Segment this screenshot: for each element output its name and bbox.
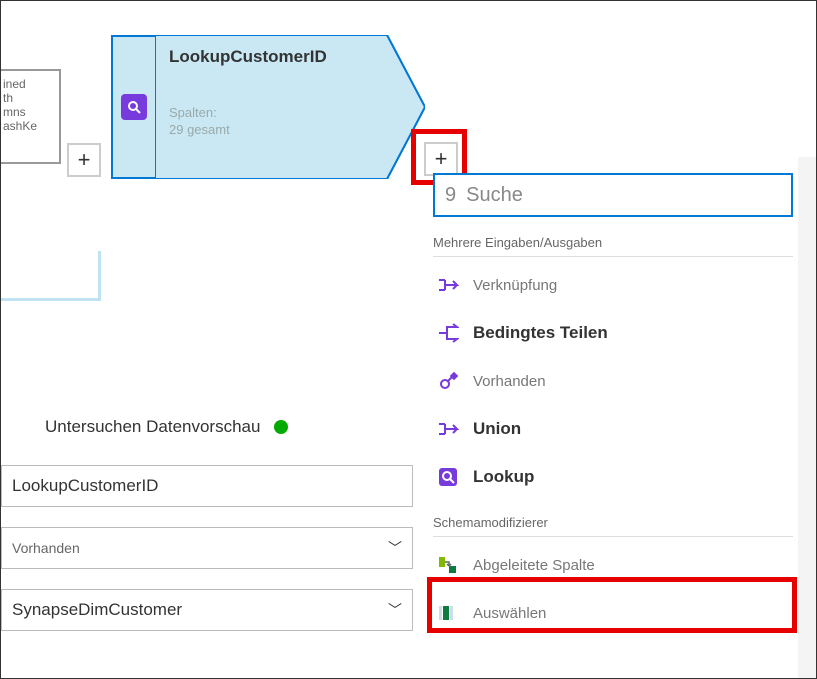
join-icon: [437, 274, 459, 296]
truncated-text: mns: [3, 105, 57, 119]
search-placeholder: Suche: [466, 184, 523, 207]
node-type-tab: [111, 35, 155, 179]
chevron-down-icon: ﹀: [388, 538, 402, 558]
select-icon: [437, 602, 459, 624]
item-label: Abgeleitete Spalte: [473, 557, 595, 574]
split-icon: [437, 322, 459, 344]
derived-column-icon: [437, 554, 459, 576]
scrollbar[interactable]: [798, 157, 816, 678]
transform-union[interactable]: Union: [433, 405, 793, 453]
inspect-label: Untersuchen Datenvorschau: [45, 417, 260, 437]
field-value: Vorhanden: [12, 540, 80, 556]
exists-icon: [437, 370, 459, 392]
item-label: Verknüpfung: [473, 277, 557, 294]
item-label: Auswählen: [473, 605, 546, 622]
status-dot-icon: [274, 420, 288, 434]
previous-node[interactable]: ined th mns ashKe: [1, 69, 61, 164]
node-columns-label: Spalten:: [169, 105, 395, 120]
field-value: SynapseDimCustomer: [12, 600, 182, 620]
chevron-down-icon: ﹀: [388, 600, 402, 620]
name-input[interactable]: LookupCustomerID: [1, 465, 413, 507]
transform-select[interactable]: Auswählen: [433, 589, 793, 637]
transform-lookup[interactable]: Lookup: [433, 453, 793, 501]
lookup-icon: [121, 94, 147, 120]
node-columns-count: 29 gesamt: [169, 122, 395, 137]
item-label: Bedingtes Teilen: [473, 323, 608, 343]
section-multi-io: Mehrere Eingaben/Ausgaben: [433, 235, 793, 257]
truncated-text: th: [3, 91, 57, 105]
settings-panel: Untersuchen Datenvorschau LookupCustomer…: [1, 417, 421, 651]
transformation-picker: 9 Suche Mehrere Eingaben/Ausgaben Verknü…: [433, 173, 793, 637]
transform-exists[interactable]: Vorhanden: [433, 357, 793, 405]
transform-join[interactable]: Verknüpfung: [433, 261, 793, 309]
connector-line: [1, 251, 101, 301]
node-title: LookupCustomerID: [169, 47, 395, 67]
truncated-text: ashKe: [3, 119, 57, 133]
lookup-node[interactable]: LookupCustomerID Spalten: 29 gesamt: [111, 35, 425, 179]
inspect-tab[interactable]: Untersuchen Datenvorschau: [1, 417, 413, 437]
section-schema-modifier: Schemamodifizierer: [433, 515, 793, 537]
item-label: Union: [473, 419, 521, 439]
search-input[interactable]: 9 Suche: [433, 173, 793, 217]
add-step-button[interactable]: +: [424, 142, 458, 176]
item-label: Lookup: [473, 467, 534, 487]
exists-dropdown[interactable]: Vorhanden ﹀: [1, 527, 413, 569]
transform-derived-column[interactable]: Abgeleitete Spalte: [433, 541, 793, 589]
add-after-previous-button[interactable]: +: [67, 143, 101, 177]
field-value: LookupCustomerID: [12, 476, 158, 496]
truncated-text: ined: [3, 77, 57, 91]
item-label: Vorhanden: [473, 373, 546, 390]
transform-conditional-split[interactable]: Bedingtes Teilen: [433, 309, 793, 357]
source-dropdown[interactable]: SynapseDimCustomer ﹀: [1, 589, 413, 631]
union-icon: [437, 418, 459, 440]
lookup-item-icon: [437, 466, 459, 488]
search-icon: 9: [445, 184, 456, 207]
